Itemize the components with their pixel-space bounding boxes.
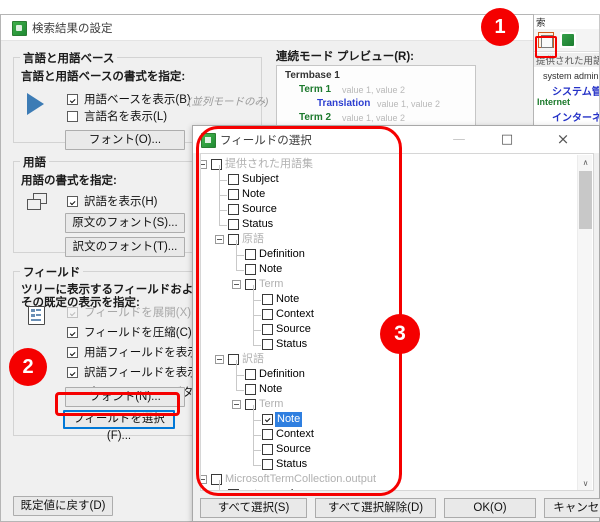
- checkbox-show-translation[interactable]: 訳語を表示(H): [67, 195, 157, 209]
- tree-scrollbar[interactable]: ∧ ∨: [577, 155, 593, 490]
- scrollbar-thumb[interactable]: [579, 171, 592, 229]
- checkbox-box: [67, 347, 78, 358]
- fields-group-title: フィールド: [20, 264, 84, 280]
- termbase-button[interactable]: [560, 32, 576, 48]
- minimize-icon[interactable]: —: [439, 126, 479, 153]
- source-font-button[interactable]: 原文のフォント(S)...: [65, 213, 185, 233]
- app-icon: [12, 21, 27, 36]
- cancel-button[interactable]: キャンセル(C): [544, 498, 600, 518]
- scroll-down-icon[interactable]: ∨: [578, 476, 593, 490]
- tree-view-icon: [28, 306, 45, 325]
- result-target-term: インターネット: [552, 113, 600, 124]
- result-source-term: system administrator: [543, 71, 600, 81]
- preview-row: Term 1: [299, 84, 332, 95]
- play-triangle-icon: [27, 93, 44, 115]
- result-target-term: システム管理者: [552, 87, 600, 98]
- preview-row: Translation: [317, 98, 371, 109]
- preview-row: Termbase 1: [285, 70, 340, 81]
- annotation-highlight-toolbar-button: [535, 36, 557, 58]
- annotation-highlight-select-fields: [55, 392, 180, 416]
- select-all-button[interactable]: すべて選択(S): [200, 498, 307, 518]
- checkbox-box: [67, 196, 78, 207]
- preview-row-value: value 1, value 2: [342, 85, 406, 95]
- preview-row-value: value 1, value 2: [377, 99, 441, 109]
- checkbox-label: 訳語を表示(H): [84, 196, 158, 208]
- checkbox-label: 言語名を表示(L): [84, 111, 168, 123]
- checkbox-label: フィールドを展開(X): [84, 307, 192, 319]
- checkbox-box: [67, 327, 78, 338]
- shapes-icon: [27, 193, 49, 211]
- reset-defaults-button[interactable]: 既定値に戻す(D): [13, 496, 113, 516]
- panel-header-text: 索: [536, 18, 546, 29]
- checkbox-show-language-names[interactable]: 言語名を表示(L): [67, 110, 167, 124]
- close-icon[interactable]: ×: [543, 126, 583, 153]
- checkbox-compress-fields[interactable]: フィールドを圧縮(C): [67, 326, 192, 340]
- annotation-marker-1: 1: [481, 8, 519, 46]
- termbase-icon: [562, 34, 574, 46]
- maximize-icon[interactable]: □: [487, 126, 527, 153]
- checkbox-box: [67, 367, 78, 378]
- language-group-subtitle: 言語と用語ベースの書式を指定:: [21, 71, 186, 83]
- preview-row-value: value 1, value 2: [342, 113, 406, 123]
- language-group-title: 言語と用語ベース: [20, 50, 118, 66]
- annotation-marker-2: 2: [9, 348, 47, 386]
- language-font-button[interactable]: フォント(O)...: [65, 130, 185, 150]
- checkbox-label: 用語ベースを表示(B): [84, 94, 191, 106]
- preview-row: Term 2: [299, 112, 332, 123]
- preview-label: 連続モード プレビュー(R):: [276, 51, 414, 63]
- window-title: 検索結果の設定: [32, 23, 113, 35]
- result-source-term: Internet: [537, 97, 571, 107]
- annotation-highlight-dialog-tree: [196, 126, 402, 496]
- checkbox-label: フィールドを圧縮(C): [84, 327, 192, 339]
- terms-group-title: 用語: [20, 154, 49, 170]
- checkbox-expand-fields: フィールドを展開(X): [67, 306, 191, 320]
- ok-button[interactable]: OK(O): [444, 498, 536, 518]
- checkbox-show-termbase[interactable]: 用語ベースを表示(B): [67, 93, 191, 107]
- checkbox-box: [67, 111, 78, 122]
- parallel-mode-note: (並列モードのみ): [188, 96, 269, 108]
- target-font-button[interactable]: 訳文のフォント(T)...: [65, 237, 185, 257]
- checkbox-box: [67, 94, 78, 105]
- settings-titlebar: 検索結果の設定 ×: [1, 15, 533, 41]
- annotation-marker-3: 3: [380, 314, 420, 354]
- terms-group-subtitle: 用語の書式を指定:: [21, 175, 117, 187]
- checkbox-box: [67, 307, 78, 318]
- scroll-up-icon[interactable]: ∧: [578, 155, 593, 170]
- deselect-all-button[interactable]: すべて選択解除(D): [315, 498, 436, 518]
